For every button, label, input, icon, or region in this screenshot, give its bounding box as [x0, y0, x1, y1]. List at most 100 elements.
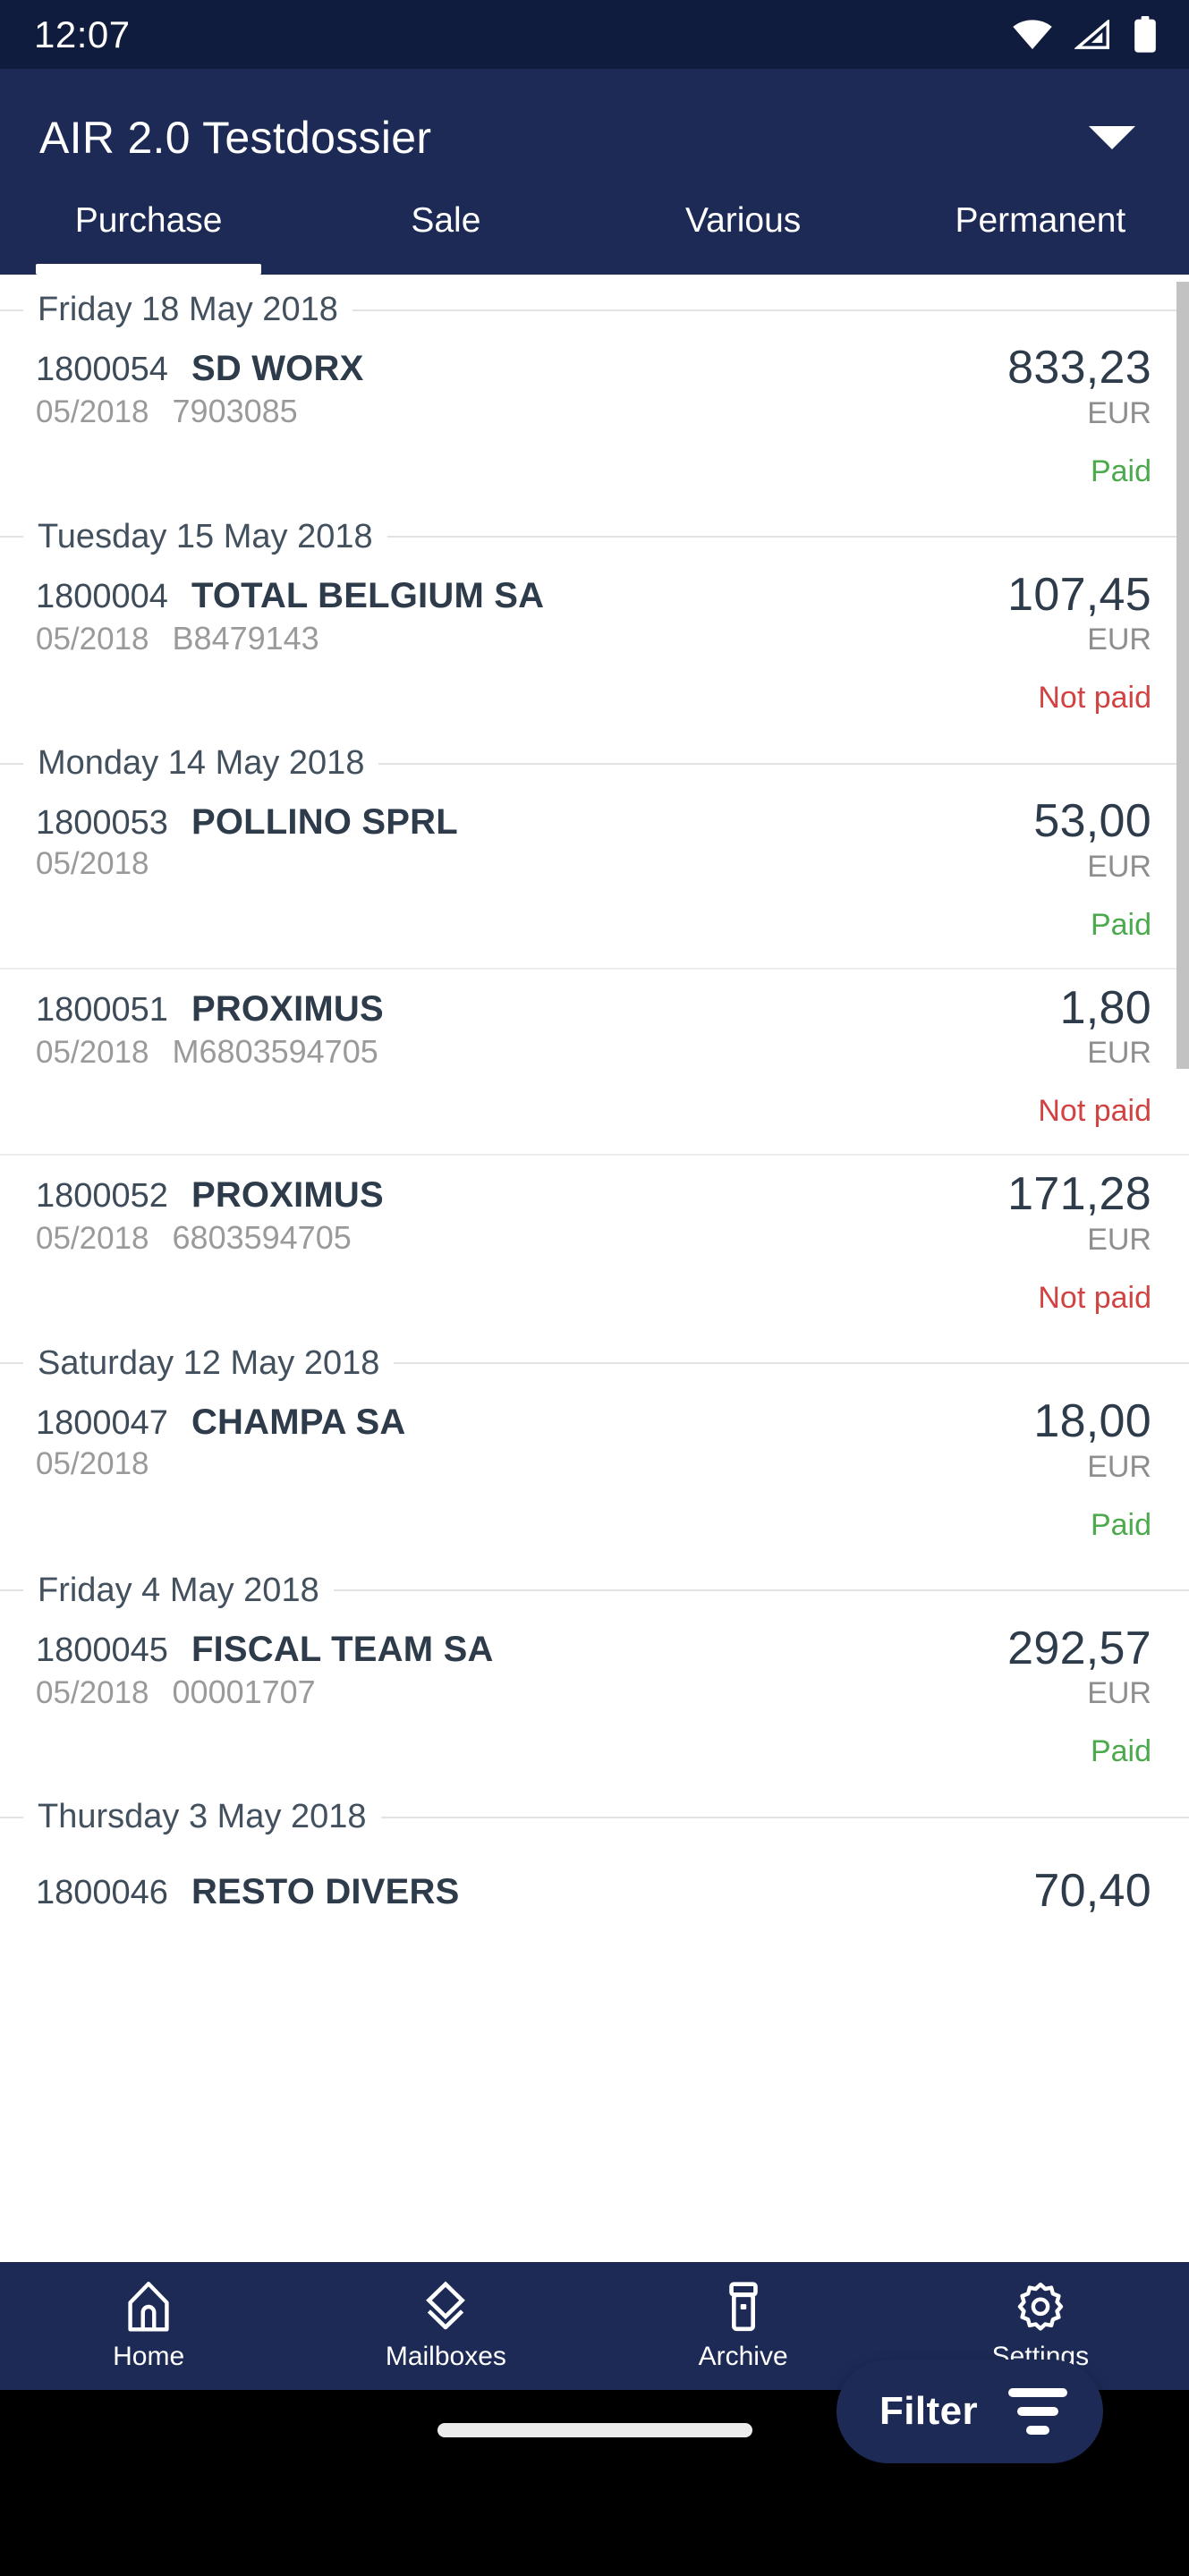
list-item-primary-line: 1800045 FISCAL TEAM SA — [36, 1630, 494, 1670]
list-item-secondary-line: 05/2018 6803594705 — [36, 1219, 384, 1257]
list-item-primary-line: 1800054 SD WORX — [36, 349, 363, 389]
filter-button[interactable]: Filter — [837, 2360, 1103, 2463]
archive-box-icon — [728, 2281, 758, 2331]
app-bar: AIR 2.0 Testdossier Purchase Sale Variou… — [0, 69, 1189, 275]
nav-item-home[interactable]: Home — [0, 2281, 297, 2372]
status-badge: Not paid — [1038, 1094, 1151, 1129]
filter-button-label: Filter — [879, 2389, 978, 2433]
period: 05/2018 — [36, 394, 149, 429]
list-item-info: 1800045 FISCAL TEAM SA 05/2018 00001707 — [36, 1610, 494, 1770]
period: 05/2018 — [36, 621, 149, 657]
date-rule-left — [0, 309, 23, 311]
amount: 292,57 — [1007, 1622, 1151, 1674]
list-item[interactable]: 1800004 TOTAL BELGIUM SA 05/2018 B8479143 10… — [0, 556, 1189, 716]
date-group-header: Friday 18 May 2018 — [0, 291, 1189, 329]
date-rule-left — [0, 762, 23, 765]
nav-item-archive[interactable]: Archive — [595, 2281, 892, 2372]
list-item-secondary-line: 05/2018 M6803594705 — [36, 1033, 384, 1071]
document-number: 1800051 — [36, 990, 168, 1029]
list-item[interactable]: 1800054 SD WORX 05/2018 7903085 833,23 EUR Pai… — [0, 329, 1189, 489]
supplier-name: SD WORX — [191, 349, 364, 388]
tab-sale[interactable]: Sale — [297, 187, 594, 275]
nav-item-settings[interactable]: Settings — [892, 2281, 1189, 2372]
list-item-amount-block: 70,40 — [955, 1852, 1151, 1916]
tab-purchase[interactable]: Purchase — [0, 187, 297, 275]
list-item-secondary-line: 05/2018 B8479143 — [36, 620, 544, 657]
list-item-primary-line: 1800051 PROXIMUS — [36, 989, 384, 1030]
list-item[interactable]: 1800052 PROXIMUS 05/2018 6803594705 171,28 EU… — [0, 1156, 1189, 1316]
date-rule-left — [0, 536, 23, 538]
status-badge: Not paid — [1038, 1280, 1151, 1315]
home-indicator[interactable] — [437, 2423, 752, 2437]
date-group-header: Friday 4 May 2018 — [0, 1572, 1189, 1610]
list-item-secondary-line: 05/2018 7903085 — [36, 393, 363, 430]
date-group-header: Saturday 12 May 2018 — [0, 1344, 1189, 1383]
list-item-amount-block: 107,45 EUR Not paid — [955, 556, 1151, 716]
list-item[interactable]: 1800047 CHAMPA SA 05/2018 18,00 EUR Paid — [0, 1383, 1189, 1543]
list-item[interactable]: 1800053 POLLINO SPRL 05/2018 53,00 EUR Paid — [0, 783, 1189, 943]
reference-number: M6803594705 — [172, 1032, 378, 1070]
amount: 1,80 — [1059, 981, 1151, 1034]
gear-icon — [1017, 2282, 1064, 2331]
currency-label: EUR — [1087, 849, 1151, 884]
supplier-name: CHAMPA SA — [191, 1402, 406, 1442]
scrollbar[interactable] — [1176, 282, 1189, 1069]
currency-label: EUR — [1087, 1036, 1151, 1071]
tab-permanent[interactable]: Permanent — [892, 187, 1189, 275]
status-badge: Not paid — [1038, 681, 1151, 716]
filter-icon — [1008, 2388, 1067, 2435]
amount: 53,00 — [1033, 795, 1151, 848]
battery-icon — [1134, 15, 1156, 53]
status-badge: Paid — [1090, 1734, 1151, 1769]
list-item-secondary-line: 05/2018 00001707 — [36, 1674, 494, 1711]
supplier-name: PROXIMUS — [191, 988, 384, 1029]
period: 05/2018 — [36, 846, 149, 882]
date-rule-right — [394, 1362, 1189, 1365]
nav-item-mailboxes[interactable]: Mailboxes — [297, 2280, 594, 2372]
wifi-icon — [1013, 19, 1052, 49]
list-item-primary-line: 1800004 TOTAL BELGIUM SA — [36, 576, 544, 616]
currency-label: EUR — [1087, 395, 1151, 430]
nav-item-home-label: Home — [113, 2341, 185, 2371]
list-item-amount-block: 292,57 EUR Paid — [955, 1610, 1151, 1770]
date-group-label: Saturday 12 May 2018 — [38, 1343, 380, 1382]
list-item[interactable]: 1800046 RESTO DIVERS 70,40 — [0, 1836, 1189, 1916]
date-rule-left — [0, 1589, 23, 1592]
list-item-info: 1800051 PROXIMUS 05/2018 M6803594705 — [36, 970, 384, 1130]
list-item-amount-block: 1,80 EUR Not paid — [955, 970, 1151, 1130]
tab-various-label: Various — [684, 201, 802, 240]
chevron-down-icon[interactable] — [1089, 126, 1135, 149]
date-rule-right — [378, 762, 1189, 765]
period: 05/2018 — [36, 1674, 149, 1710]
tab-bar: Purchase Sale Various Permanent — [0, 187, 1189, 275]
app-bar-top: AIR 2.0 Testdossier — [0, 69, 1189, 164]
list-item-info: 1800053 POLLINO SPRL 05/2018 — [36, 783, 458, 943]
list-item-info: 1800047 CHAMPA SA 05/2018 — [36, 1383, 406, 1543]
date-rule-left — [0, 1362, 23, 1365]
amount: 833,23 — [1007, 342, 1151, 394]
reference-number: 7903085 — [172, 393, 298, 429]
date-rule-left — [0, 1816, 23, 1818]
list-item-primary-line: 1800052 PROXIMUS — [36, 1175, 384, 1216]
page-title: AIR 2.0 Testdossier — [39, 113, 432, 163]
list-item[interactable]: 1800045 FISCAL TEAM SA 05/2018 00001707 292,… — [0, 1610, 1189, 1770]
period: 05/2018 — [36, 1034, 149, 1070]
currency-label: EUR — [1087, 1222, 1151, 1257]
tab-various[interactable]: Various — [595, 187, 892, 275]
home-icon — [128, 2281, 169, 2331]
document-number: 1800054 — [36, 351, 168, 388]
supplier-name: TOTAL BELGIUM SA — [191, 575, 545, 615]
app-root: 12:07 AIR 2.0 Testdossier Purchase Sale … — [0, 0, 1189, 2576]
document-number: 1800053 — [36, 804, 168, 843]
date-group-label: Tuesday 15 May 2018 — [38, 517, 373, 555]
date-group-label: Monday 14 May 2018 — [38, 744, 365, 783]
status-badge: Paid — [1090, 453, 1151, 488]
list-item-primary-line: 1800046 RESTO DIVERS — [36, 1872, 459, 1912]
document-list[interactable]: Friday 18 May 2018 1800054 SD WORX 05/2018 7… — [0, 275, 1189, 2262]
reference-number: 00001707 — [172, 1673, 316, 1710]
list-item[interactable]: 1800051 PROXIMUS 05/2018 M6803594705 1,80 EUR… — [0, 970, 1189, 1130]
cell-signal-icon — [1074, 19, 1109, 49]
